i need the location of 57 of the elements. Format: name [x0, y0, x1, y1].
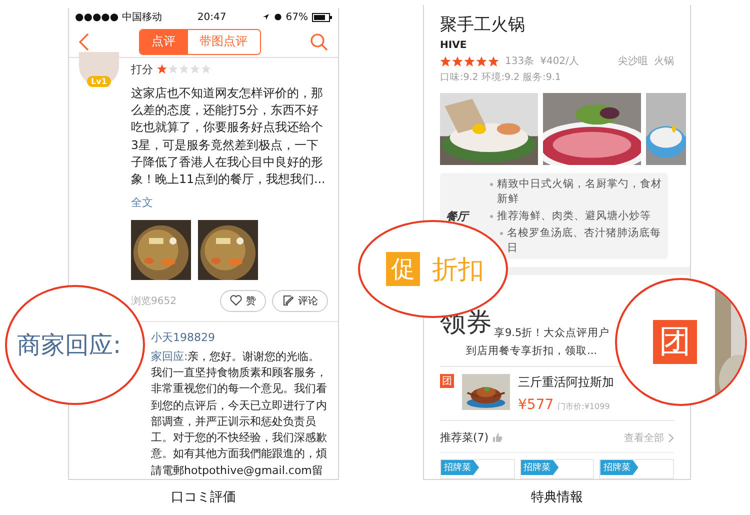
dish-card[interactable]: 招牌菜 — [440, 459, 515, 479]
promo-badge: 促 — [386, 252, 420, 286]
review-text: 这家店也不知道网友怎样评价的，那么差的态度，还能打5分，东西不好吃也就算了，你要服务好点我还给个3星，可是服务竟然差到极点，一下子降低了香港人在我心目中良好的形象！晚上11点到的餐厅，我想我们... — [131, 84, 326, 188]
dish-card[interactable]: 招牌菜 — [520, 459, 594, 479]
shop-name: 聚手工火锅 — [440, 14, 526, 36]
info-item: 精致中日式火锅，名厨掌勺，食材新鲜 — [490, 176, 662, 206]
average-price: ¥402/人 — [540, 55, 579, 68]
tab[interactable]: 点评 — [140, 30, 188, 54]
comment-button[interactable]: 评论 — [272, 290, 328, 312]
coupon-text: 到店用餐专享折扣，领取... — [466, 344, 598, 358]
location-icon — [262, 13, 270, 22]
search-icon[interactable] — [310, 32, 328, 51]
star-icon — [488, 56, 499, 66]
location-label: 尖沙咀 — [618, 54, 648, 68]
commenter-name: 小天198829 — [151, 330, 215, 345]
chevron-right-icon — [668, 432, 674, 442]
back-icon[interactable] — [79, 32, 89, 51]
coupon-text: 享9.5折！大众点评用户 — [494, 326, 610, 340]
star-icon — [157, 64, 167, 74]
discount-label: 折扣 — [432, 254, 484, 286]
info-label: 餐厅 — [446, 208, 470, 224]
group-deal-badge: 团 — [653, 320, 697, 364]
score-summary: 口味:9.2 环境:9.2 服务:9.1 — [440, 71, 562, 84]
edit-icon — [282, 294, 294, 307]
caption: 特典情報 — [531, 489, 583, 506]
read-more-link[interactable]: 全文 — [131, 194, 328, 210]
carrier-label: ●●●●● 中国移动 — [75, 10, 162, 24]
deal-title: 三斤重活阿拉斯加 — [518, 374, 614, 391]
info-item: 推荐海鲜、肉类、避风塘小炒等 — [490, 208, 662, 224]
section-title: 推荐菜(7) — [440, 430, 489, 445]
star-icon — [179, 64, 189, 74]
shop-english-name: HIVE — [440, 40, 468, 51]
market-price: 门市价:¥1099 — [558, 401, 610, 412]
star-icon — [190, 64, 200, 74]
magnified-reply-label: 商家回应: — [17, 330, 122, 361]
rating-label: 打分 — [131, 62, 153, 77]
caption: 口コミ評価 — [171, 489, 236, 506]
star-icon — [452, 56, 463, 66]
battery-icon — [312, 12, 332, 22]
heart-icon — [230, 295, 242, 306]
star-icon — [476, 56, 487, 66]
clock-label: 20:47 — [197, 12, 226, 23]
star-icon — [168, 64, 178, 74]
star-icon — [440, 56, 451, 66]
review-count: 133条 — [505, 55, 534, 68]
like-button[interactable]: 赞 — [220, 290, 266, 312]
star-icon — [201, 64, 211, 74]
star-icon — [464, 56, 475, 66]
category-label: 火锅 — [654, 54, 674, 68]
dish-card[interactable]: 招牌菜 — [599, 459, 674, 479]
battery-percent: 67% — [286, 12, 308, 23]
view-all-link[interactable]: 查看全部 — [624, 430, 664, 444]
merchant-reply-text: 家回应:亲，您好。谢谢您的光临。我们一直坚持食物质素和顾客服务，非常重视您们的每一个意见。我们看到您的点评后，今天已立即进行了内部调查，并严正训示和惩处负责员工。对于您的不快经验，我们深感歉意。如有其他方面我們能跟進的，煩請電郵hotpothive@gmail.com留 — [150, 348, 328, 479]
group-deal-badge: 团 — [440, 374, 454, 388]
deal-price: ¥577 — [518, 397, 554, 413]
thumbs-up-icon — [492, 433, 502, 442]
views-count: 浏览9652 — [131, 294, 176, 308]
